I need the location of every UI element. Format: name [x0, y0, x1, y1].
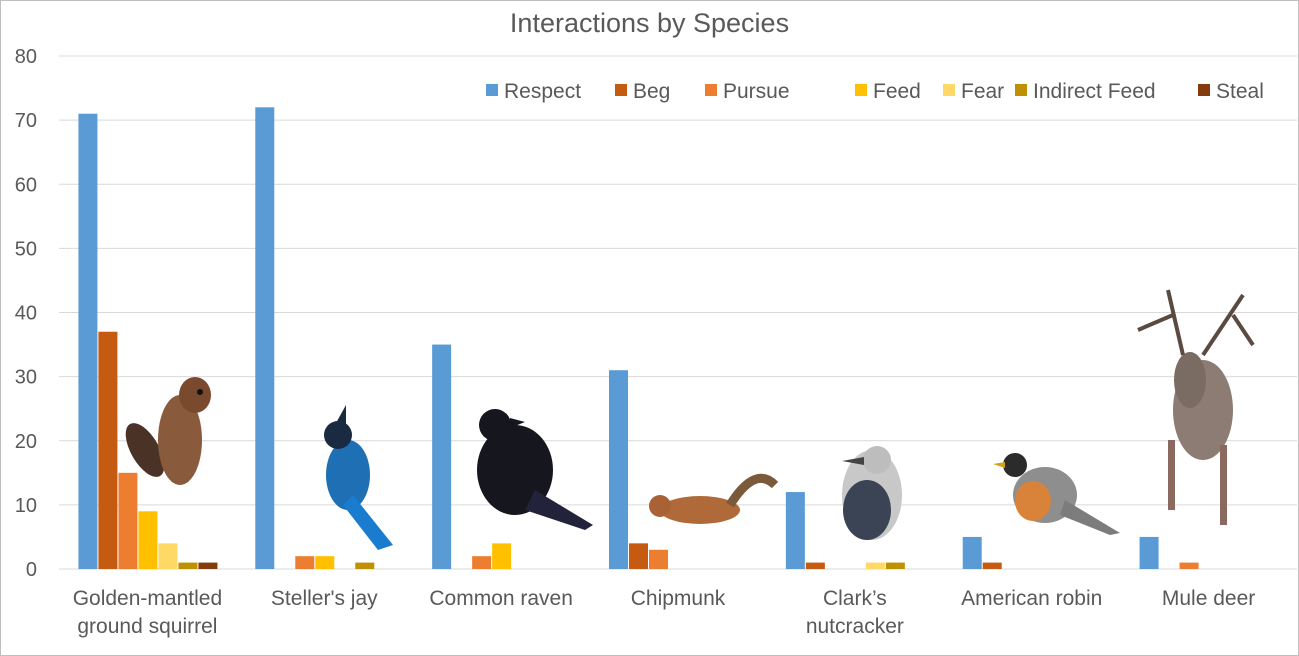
x-category-label: Common raven [429, 587, 573, 610]
bar-respect [255, 107, 275, 570]
y-tick-label: 30 [15, 367, 37, 389]
y-tick-label: 40 [15, 303, 37, 325]
y-tick-label: 0 [26, 559, 37, 581]
legend-item-beg: Beg [615, 80, 670, 103]
y-tick-label: 10 [15, 495, 37, 517]
bar-respect [609, 370, 628, 569]
robin-illustration [993, 453, 1120, 535]
legend-item-fear: Fear [943, 80, 1004, 103]
legend-swatch [705, 84, 717, 96]
bar-indirect-feed [178, 562, 198, 569]
legend-swatch [943, 84, 955, 96]
bar-beg [629, 543, 648, 569]
deer-illustration [1137, 289, 1255, 525]
y-tick-label: 20 [15, 431, 37, 453]
x-axis-categories: Golden-mantled ground squirrel Steller's j… [73, 587, 1256, 638]
y-tick-label: 70 [15, 110, 37, 132]
bar-pursue [649, 549, 668, 569]
legend-label: Pursue [723, 80, 790, 103]
bar-fear [865, 562, 885, 569]
legend-label: Steal [1216, 80, 1264, 103]
x-category-label: Clark’s nutcracker [806, 587, 904, 638]
bar-beg [805, 562, 825, 569]
chipmunk-illustration [649, 473, 779, 524]
y-tick-label: 80 [15, 46, 37, 68]
bar-feed [315, 556, 335, 569]
bar-pursue [118, 472, 138, 569]
raven-illustration [477, 409, 593, 530]
legend-item-respect: Respect [486, 80, 581, 103]
x-category-label: Chipmunk [631, 587, 726, 610]
legend: Respect Beg Pursue Feed Fear Indirect Feed Ste… [486, 80, 1264, 103]
legend-item-steal: Steal [1198, 80, 1264, 103]
bar-pursue [1179, 562, 1199, 569]
legend-item-feed: Feed [855, 80, 921, 103]
bar-indirect-feed [885, 562, 905, 569]
bar-beg [982, 562, 1002, 569]
y-axis-ticks: 0 10 20 30 40 50 60 70 80 [15, 46, 37, 581]
x-category-label: Mule deer [1162, 587, 1255, 610]
bar-feed [138, 511, 158, 569]
legend-label: Fear [961, 80, 1004, 103]
legend-label: Respect [504, 80, 581, 103]
legend-swatch [486, 84, 498, 96]
species-illustrations [125, 289, 1255, 550]
x-category-label: Golden-mantled ground squirrel [73, 587, 222, 638]
legend-item-indirect-feed: Indirect Feed [1015, 80, 1156, 103]
legend-swatch [855, 84, 867, 96]
bar-chart: 0 10 20 30 40 50 60 70 80 Golden-mantled ground s… [15, 46, 1297, 638]
legend-swatch [615, 84, 627, 96]
x-category-label: Steller's jay [271, 587, 378, 610]
bar-respect [962, 536, 982, 569]
bar-beg [98, 331, 118, 569]
y-tick-label: 50 [15, 238, 37, 260]
bar-pursue [295, 556, 315, 569]
x-category-label: American robin [961, 587, 1102, 610]
bar-respect [1139, 536, 1159, 569]
bar-feed [492, 543, 512, 569]
legend-swatch [1198, 84, 1210, 96]
legend-label: Feed [873, 80, 921, 103]
bar-indirect-feed [355, 562, 375, 569]
bar-respect [432, 344, 452, 569]
bar-fear [158, 543, 178, 569]
bar-steal [198, 562, 218, 569]
y-tick-label: 60 [15, 174, 37, 196]
gridlines [59, 55, 1297, 570]
jay-illustration [324, 405, 393, 550]
squirrel-illustration [125, 377, 211, 485]
legend-label: Indirect Feed [1033, 80, 1156, 103]
nutcracker-illustration [842, 446, 902, 540]
bar-respect [785, 492, 805, 569]
legend-swatch [1015, 84, 1027, 96]
legend-label: Beg [633, 80, 670, 103]
bar-pursue [472, 556, 492, 569]
legend-item-pursue: Pursue [705, 80, 790, 103]
bar-respect [78, 113, 98, 570]
